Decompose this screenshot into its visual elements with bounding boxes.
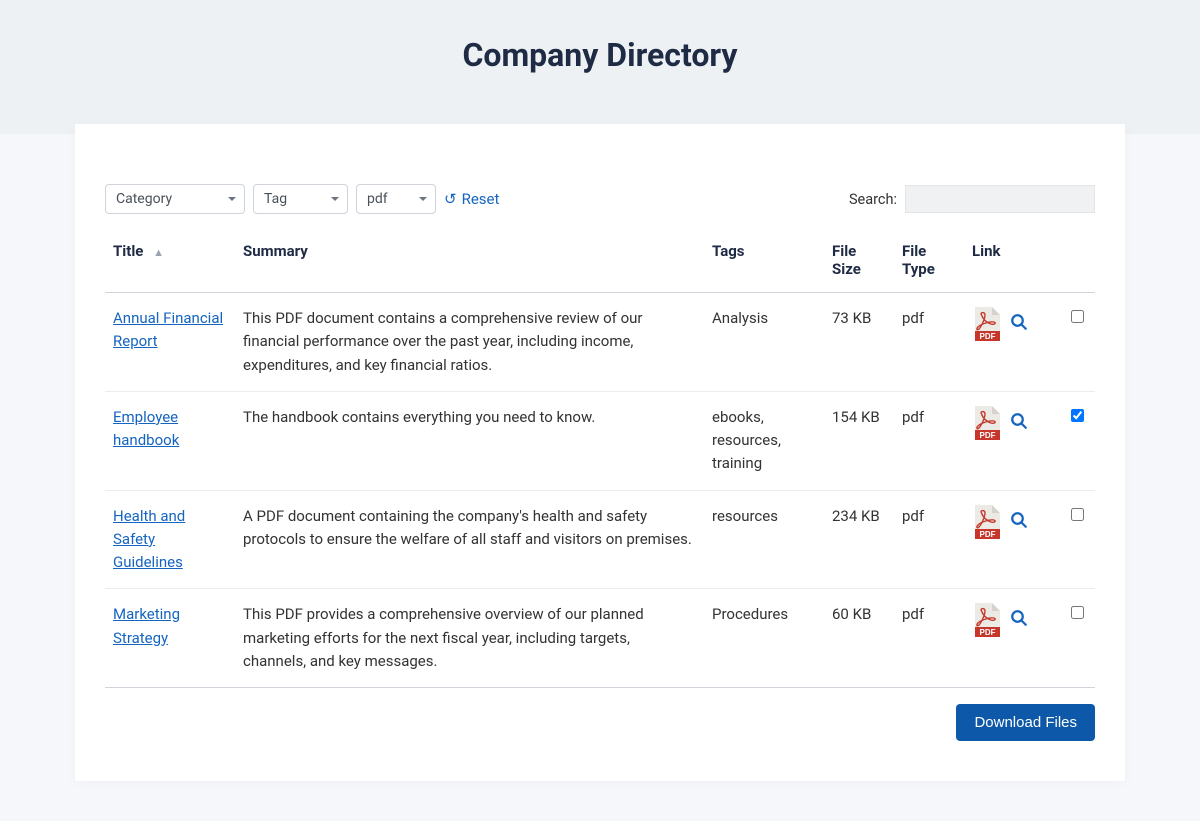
preview-icon[interactable] bbox=[1010, 609, 1028, 631]
column-header-title[interactable]: Title ▲ bbox=[105, 232, 235, 293]
download-files-button[interactable]: Download Files bbox=[956, 704, 1095, 741]
document-tags: Analysis bbox=[704, 293, 824, 392]
type-filter[interactable]: pdf bbox=[356, 184, 436, 214]
preview-icon[interactable] bbox=[1010, 511, 1028, 533]
svg-text:PDF: PDF bbox=[980, 628, 996, 637]
svg-text:PDF: PDF bbox=[980, 530, 996, 539]
svg-text:PDF: PDF bbox=[980, 332, 996, 341]
document-size: 154 KB bbox=[824, 391, 894, 490]
document-tags: ebooks, resources, training bbox=[704, 391, 824, 490]
tag-filter-label: Tag bbox=[264, 191, 287, 207]
document-type: pdf bbox=[894, 589, 964, 688]
table-row: Marketing Strategy This PDF provides a c… bbox=[105, 589, 1095, 688]
search-label: Search: bbox=[849, 191, 897, 208]
column-header-summary[interactable]: Summary bbox=[235, 232, 704, 293]
category-filter-label: Category bbox=[116, 191, 172, 207]
reset-label: Reset bbox=[462, 190, 500, 208]
table-row: Health and Safety Guidelines A PDF docum… bbox=[105, 490, 1095, 589]
page-title: Company Directory bbox=[0, 36, 1200, 74]
column-header-size[interactable]: File Size bbox=[824, 232, 894, 293]
documents-table: Title ▲ Summary Tags File Size File Type… bbox=[105, 232, 1095, 688]
document-type: pdf bbox=[894, 293, 964, 392]
pdf-file-icon[interactable]: PDF bbox=[972, 406, 1002, 440]
document-title-link[interactable]: Health and Safety Guidelines bbox=[113, 507, 185, 572]
document-size: 73 KB bbox=[824, 293, 894, 392]
page-header: Company Directory bbox=[0, 0, 1200, 134]
directory-card: Category Tag pdf ↺ Reset Search: bbox=[75, 124, 1125, 781]
tag-filter[interactable]: Tag bbox=[253, 184, 348, 214]
preview-icon[interactable] bbox=[1010, 313, 1028, 335]
category-filter[interactable]: Category bbox=[105, 184, 245, 214]
chevron-down-icon bbox=[331, 197, 339, 201]
document-summary: A PDF document containing the company's … bbox=[235, 490, 704, 589]
document-size: 234 KB bbox=[824, 490, 894, 589]
undo-icon: ↺ bbox=[444, 190, 457, 208]
table-row: Annual Financial Report This PDF documen… bbox=[105, 293, 1095, 392]
pdf-file-icon[interactable]: PDF bbox=[972, 505, 1002, 539]
pdf-file-icon[interactable]: PDF bbox=[972, 603, 1002, 637]
column-header-type[interactable]: File Type bbox=[894, 232, 964, 293]
reset-button[interactable]: ↺ Reset bbox=[444, 190, 499, 208]
document-summary: This PDF provides a comprehensive overvi… bbox=[235, 589, 704, 688]
preview-icon[interactable] bbox=[1010, 412, 1028, 434]
column-header-link: Link bbox=[964, 232, 1059, 293]
row-select-checkbox[interactable] bbox=[1071, 409, 1084, 422]
column-header-select bbox=[1059, 232, 1095, 293]
document-summary: The handbook contains everything you nee… bbox=[235, 391, 704, 490]
row-select-checkbox[interactable] bbox=[1071, 508, 1084, 521]
type-filter-value: pdf bbox=[367, 191, 388, 207]
document-type: pdf bbox=[894, 391, 964, 490]
column-header-tags[interactable]: Tags bbox=[704, 232, 824, 293]
search-input[interactable] bbox=[905, 185, 1095, 213]
table-row: Employee handbook The handbook contains … bbox=[105, 391, 1095, 490]
document-title-link[interactable]: Annual Financial Report bbox=[113, 309, 223, 350]
chevron-down-icon bbox=[228, 197, 236, 201]
document-size: 60 KB bbox=[824, 589, 894, 688]
document-title-link[interactable]: Employee handbook bbox=[113, 408, 179, 449]
row-select-checkbox[interactable] bbox=[1071, 606, 1084, 619]
pdf-file-icon[interactable]: PDF bbox=[972, 307, 1002, 341]
document-tags: resources bbox=[704, 490, 824, 589]
document-title-link[interactable]: Marketing Strategy bbox=[113, 605, 180, 646]
document-tags: Procedures bbox=[704, 589, 824, 688]
document-summary: This PDF document contains a comprehensi… bbox=[235, 293, 704, 392]
row-select-checkbox[interactable] bbox=[1071, 310, 1084, 323]
sort-asc-icon: ▲ bbox=[153, 247, 164, 258]
document-type: pdf bbox=[894, 490, 964, 589]
chevron-down-icon bbox=[419, 197, 427, 201]
svg-text:PDF: PDF bbox=[980, 431, 996, 440]
